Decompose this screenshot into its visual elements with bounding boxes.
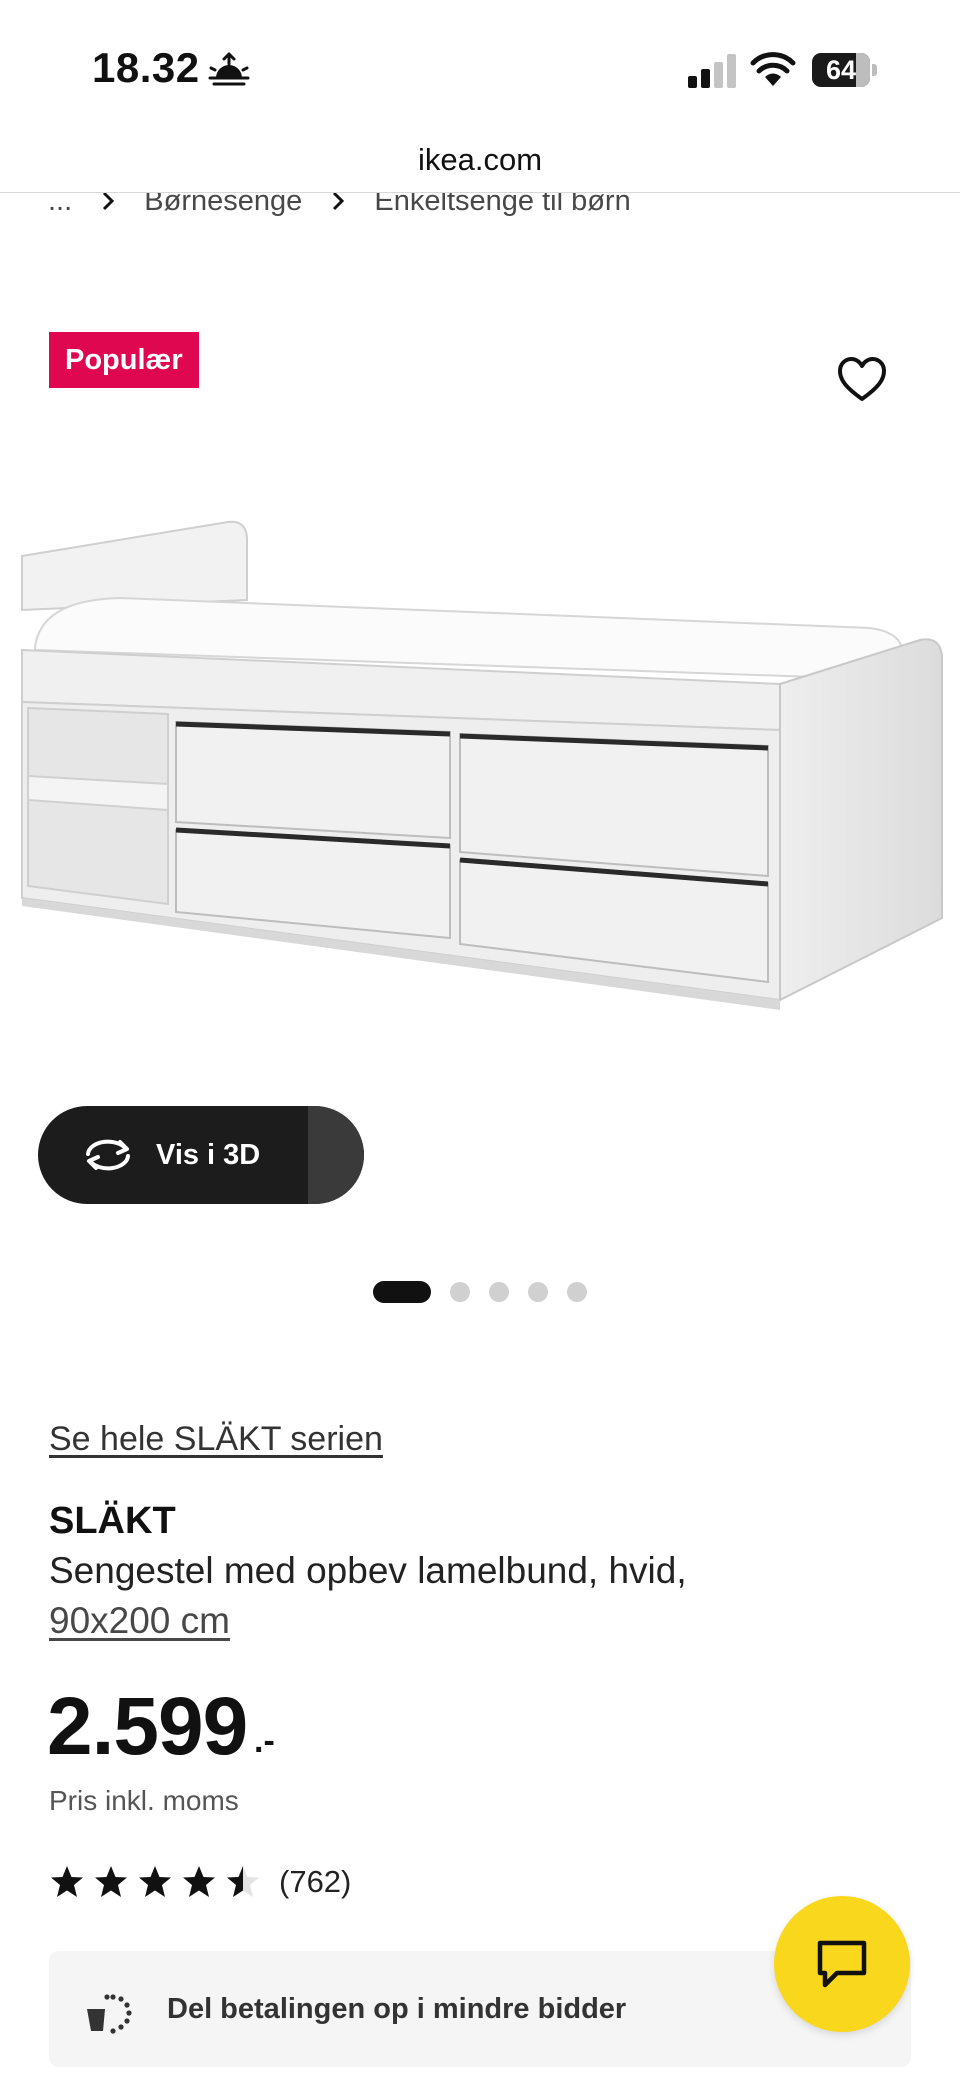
product-image-bed[interactable]	[0, 500, 960, 1060]
status-bar: 18.32 64	[0, 0, 960, 130]
product-price: 2.599	[47, 1681, 248, 1772]
star-filled-icon	[139, 1866, 171, 1897]
battery-icon: 64	[812, 53, 878, 87]
sunrise-icon	[208, 52, 250, 86]
carousel-dot-active[interactable]	[373, 1281, 431, 1303]
chevron-right-icon	[102, 191, 115, 211]
rating-count[interactable]: (762)	[279, 1864, 351, 1900]
series-link[interactable]: Se hele SLÄKT serien	[49, 1420, 383, 1459]
chevron-right-icon	[332, 191, 345, 211]
product-name: SLÄKT	[49, 1500, 176, 1542]
price-note: Pris inkl. moms	[49, 1785, 239, 1816]
battery-level: 64	[825, 55, 857, 85]
product-size-link[interactable]: 90x200 cm	[49, 1600, 230, 1642]
cellular-signal-icon	[688, 54, 736, 88]
rotate-3d-icon	[86, 1139, 130, 1171]
star-filled-icon	[183, 1866, 215, 1897]
carousel-dot[interactable]	[450, 1282, 470, 1302]
chat-button[interactable]	[774, 1896, 910, 2032]
carousel-dot[interactable]	[528, 1282, 548, 1302]
popular-badge: Populær	[49, 332, 199, 388]
star-filled-icon	[51, 1866, 83, 1897]
view-in-3d-label: Vis i 3D	[156, 1139, 261, 1171]
url-text[interactable]: ikea.com	[0, 142, 960, 178]
carousel-dot[interactable]	[567, 1282, 587, 1302]
carousel-dot[interactable]	[489, 1282, 509, 1302]
product-description: Sengestel med opbev lamelbund, hvid,	[49, 1550, 687, 1591]
payment-split-icon	[87, 1994, 132, 2034]
wifi-icon	[750, 52, 796, 86]
price-suffix: .-	[254, 1722, 275, 1760]
star-filled-icon	[95, 1866, 127, 1897]
installment-payment-label: Del betalingen op i mindre bidder	[167, 1993, 627, 2025]
chat-bubble-icon	[817, 1940, 867, 1988]
browser-url-bar[interactable]: ikea.com	[0, 130, 960, 193]
view-in-3d-button[interactable]: Vis i 3D	[38, 1106, 364, 1204]
star-half-icon	[227, 1866, 259, 1897]
heart-icon[interactable]	[836, 354, 888, 406]
status-time: 18.32	[92, 44, 200, 91]
